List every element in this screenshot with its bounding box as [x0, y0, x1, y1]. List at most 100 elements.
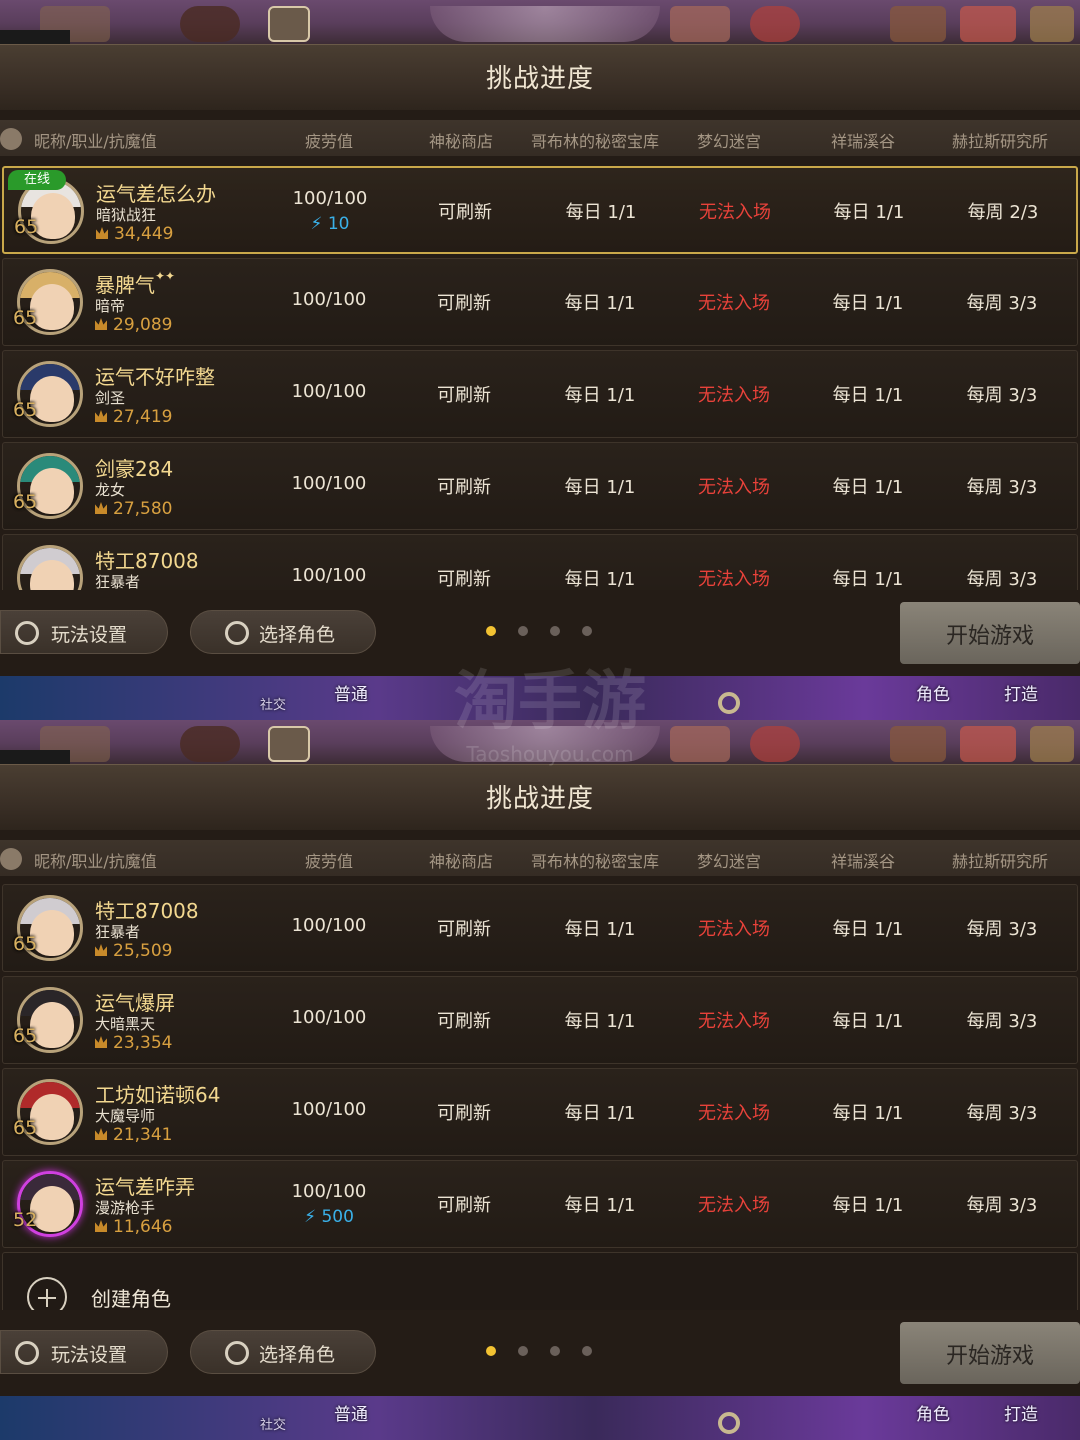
page-dot[interactable] [582, 1346, 592, 1356]
job: 暗狱战狂 [96, 206, 157, 224]
valley-status: 每日 1/1 [832, 1011, 904, 1032]
valley-status: 每日 1/1 [832, 1195, 904, 1216]
character-row[interactable]: 65 运气爆屏 大暗黑天 23,354 100/100 可刷新 每日 1/1 无… [2, 976, 1078, 1064]
character-tab[interactable]: 角色 [916, 1400, 950, 1425]
goblin-status: 每日 1/1 [564, 1195, 636, 1216]
character-icon [225, 1341, 249, 1365]
goblin-status: 每日 1/1 [564, 1103, 636, 1124]
game-background-bottom: 社交 普通 角色 打造 [0, 1396, 1080, 1440]
fatigue: 100/100 [291, 381, 367, 402]
valley-status: 每日 1/1 [832, 385, 904, 406]
goblin-status: 每日 1/1 [564, 919, 636, 940]
challenge-panel-bottom: 挑战进度 昵称/职业/抗魔值 疲劳值 神秘商店 哥布林的秘密宝库 梦幻迷宫 祥瑞… [0, 720, 1080, 1440]
power: 21,341 [95, 1125, 172, 1145]
page-dot[interactable] [550, 626, 560, 636]
level: 65 [13, 399, 38, 421]
nickname: 特工87008 [95, 549, 199, 573]
col-lab: 赫拉斯研究所 [951, 852, 1048, 871]
crown-icon [95, 318, 107, 330]
start-game-button[interactable]: 开始游戏 [900, 1322, 1080, 1384]
lab-status: 每周 3/3 [966, 1195, 1038, 1216]
job: 漫游枪手 [95, 1199, 156, 1217]
sparkle-icon: ✦✦ [155, 269, 176, 283]
select-character-button[interactable]: 选择角色 [190, 610, 376, 654]
character-row[interactable]: 52 运气差咋弄 漫游枪手 11,646 100/100 ⚡ 500 可刷新 每… [2, 1160, 1078, 1248]
lab-status: 每周 3/3 [966, 1011, 1038, 1032]
normal-tab[interactable]: 普通 [334, 680, 368, 705]
character-tab[interactable]: 角色 [916, 680, 950, 705]
social-tab[interactable]: 社交 [260, 694, 286, 713]
character-row[interactable]: 65 特工87008 狂暴者 25,509 100/100 可刷新 每日 1/1… [2, 884, 1078, 972]
character-row[interactable]: 65 工坊如诺顿64 大魔导师 21,341 100/100 可刷新 每日 1/… [2, 1068, 1078, 1156]
nickname: 暴脾气✦✦ [95, 269, 176, 297]
settings-gear-icon[interactable] [718, 1412, 740, 1434]
nickname: 特工87008 [95, 899, 199, 923]
fatigue: 100/100 [291, 915, 367, 936]
level: 65 [13, 1025, 38, 1047]
power: 27,580 [95, 499, 172, 519]
lab-status: 每周 3/3 [966, 919, 1038, 940]
col-shop: 神秘商店 [428, 132, 493, 151]
nickname: 运气爆屏 [95, 991, 175, 1015]
page-title: 挑战进度 [485, 64, 594, 94]
col-lab: 赫拉斯研究所 [951, 132, 1048, 151]
character-list: 65 特工87008 狂暴者 25,509 100/100 可刷新 每日 1/1… [0, 882, 1080, 1310]
fatigue-extra: ⚡ 10 [310, 214, 350, 234]
start-game-label: 开始游戏 [945, 1344, 1034, 1369]
crown-icon [96, 227, 108, 239]
settings-button[interactable]: 玩法设置 [0, 1330, 168, 1374]
valley-status: 每日 1/1 [832, 1103, 904, 1124]
social-tab[interactable]: 社交 [260, 1414, 286, 1433]
col-valley: 祥瑞溪谷 [830, 132, 895, 151]
crown-icon [95, 410, 107, 422]
settings-label: 玩法设置 [51, 624, 128, 646]
page-dot[interactable] [582, 626, 592, 636]
start-game-label: 开始游戏 [945, 624, 1034, 649]
online-badge: 在线 [8, 170, 66, 190]
fatigue: 100/100 [291, 1181, 367, 1202]
lab-status: 每周 3/3 [966, 293, 1038, 314]
nickname: 运气差咋弄 [95, 1175, 195, 1199]
col-nickname: 昵称/职业/抗魔值 [34, 132, 157, 151]
col-goblin: 哥布林的秘密宝库 [530, 852, 659, 871]
start-game-button[interactable]: 开始游戏 [900, 602, 1080, 664]
job: 大魔导师 [95, 1107, 156, 1125]
page-dot[interactable] [518, 626, 528, 636]
forge-tab[interactable]: 打造 [1004, 680, 1038, 705]
user-icon [0, 848, 22, 870]
page-dot[interactable] [550, 1346, 560, 1356]
character-row[interactable]: 65 剑豪284 龙女 27,580 100/100 可刷新 每日 1/1 无法… [2, 442, 1078, 530]
lab-status: 每周 3/3 [966, 477, 1038, 498]
character-row[interactable]: 65 暴脾气✦✦ 暗帝 29,089 100/100 可刷新 每日 1/1 无法… [2, 258, 1078, 346]
character-row[interactable]: 特工87008 狂暴者 100/100 可刷新 每日 1/1 无法入场 每日 1… [2, 534, 1078, 590]
shop-status: 可刷新 [438, 202, 492, 223]
footer-bar: 玩法设置 选择角色 开始游戏 [0, 1312, 1080, 1396]
column-header: 昵称/职业/抗魔值 疲劳值 神秘商店 哥布林的秘密宝库 梦幻迷宫 祥瑞溪谷 赫拉… [0, 840, 1080, 876]
normal-tab[interactable]: 普通 [334, 1400, 368, 1425]
valley-status: 每日 1/1 [832, 569, 904, 590]
settings-button[interactable]: 玩法设置 [0, 610, 168, 654]
column-header: 昵称/职业/抗魔值 疲劳值 神秘商店 哥布林的秘密宝库 梦幻迷宫 祥瑞溪谷 赫拉… [0, 120, 1080, 156]
settings-gear-icon[interactable] [718, 692, 740, 714]
job: 狂暴者 [95, 923, 141, 941]
character-row[interactable]: 65 运气不好咋整 剑圣 27,419 100/100 可刷新 每日 1/1 无… [2, 350, 1078, 438]
select-character-button[interactable]: 选择角色 [190, 1330, 376, 1374]
col-maze: 梦幻迷宫 [696, 852, 761, 871]
page-dot[interactable] [518, 1346, 528, 1356]
col-valley: 祥瑞溪谷 [830, 852, 895, 871]
forge-tab[interactable]: 打造 [1004, 1400, 1038, 1425]
goblin-status: 每日 1/1 [564, 385, 636, 406]
settings-label: 玩法设置 [51, 1344, 128, 1366]
character-row[interactable]: 在线 65 运气差怎么办 暗狱战狂 34,449 100/100 ⚡ 10 可刷… [2, 166, 1078, 254]
create-character-row[interactable]: 创建角色 [2, 1252, 1078, 1310]
maze-status: 无法入场 [698, 293, 770, 314]
page-dot[interactable] [486, 1346, 496, 1356]
valley-status: 每日 1/1 [832, 919, 904, 940]
shop-status: 可刷新 [437, 1103, 491, 1124]
character-list: 在线 65 运气差怎么办 暗狱战狂 34,449 100/100 ⚡ 10 可刷… [0, 162, 1080, 590]
fatigue: 100/100 [291, 289, 367, 310]
game-background-top [0, 720, 1080, 766]
fatigue-extra: ⚡ 500 [304, 1207, 354, 1227]
page-dot[interactable] [486, 626, 496, 636]
maze-status: 无法入场 [698, 1011, 770, 1032]
